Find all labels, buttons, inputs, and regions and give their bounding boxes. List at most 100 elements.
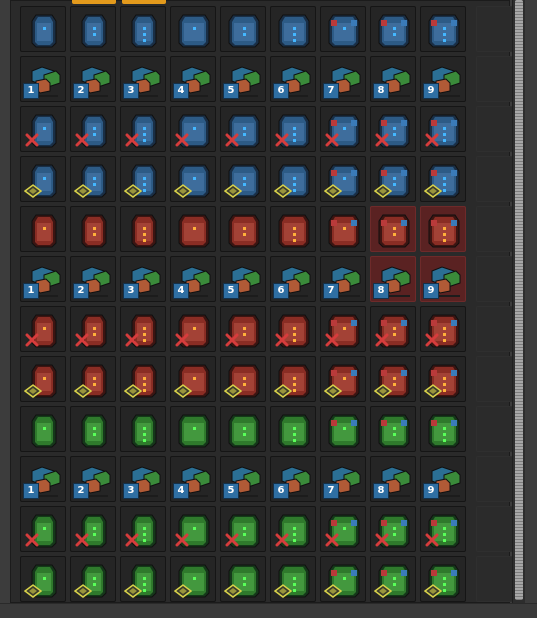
grid-slot[interactable] xyxy=(70,306,116,352)
grid-slot[interactable]: 6 xyxy=(270,456,316,502)
grid-slot[interactable] xyxy=(320,156,366,202)
grid-slot[interactable] xyxy=(320,556,366,602)
grid-slot[interactable] xyxy=(70,356,116,402)
grid-slot[interactable] xyxy=(270,156,316,202)
grid-slot[interactable]: 3 xyxy=(120,56,166,102)
grid-slot[interactable] xyxy=(220,406,266,452)
grid-slot[interactable] xyxy=(220,156,266,202)
grid-slot[interactable] xyxy=(420,356,466,402)
grid-slot[interactable] xyxy=(420,206,466,252)
grid-slot[interactable] xyxy=(420,506,466,552)
grid-slot[interactable]: 2 xyxy=(70,256,116,302)
grid-slot[interactable]: 7 xyxy=(320,256,366,302)
grid-slot[interactable]: 5 xyxy=(220,256,266,302)
grid-slot[interactable] xyxy=(370,406,416,452)
grid-slot[interactable] xyxy=(120,506,166,552)
grid-slot[interactable] xyxy=(370,306,416,352)
grid-slot[interactable] xyxy=(320,406,366,452)
grid-slot[interactable] xyxy=(220,556,266,602)
grid-slot[interactable]: 2 xyxy=(70,56,116,102)
grid-slot[interactable] xyxy=(20,556,66,602)
grid-slot[interactable] xyxy=(220,206,266,252)
grid-slot[interactable] xyxy=(270,106,316,152)
grid-slot[interactable]: 8 xyxy=(370,256,416,302)
grid-slot[interactable] xyxy=(370,356,416,402)
grid-slot[interactable] xyxy=(320,206,366,252)
grid-slot[interactable] xyxy=(120,206,166,252)
grid-slot[interactable] xyxy=(270,556,316,602)
grid-slot[interactable]: 5 xyxy=(220,56,266,102)
grid-slot[interactable] xyxy=(220,106,266,152)
grid-slot[interactable] xyxy=(420,306,466,352)
scrollbar-thumb[interactable] xyxy=(515,0,523,600)
grid-slot[interactable]: 4 xyxy=(170,56,216,102)
vertical-scrollbar[interactable] xyxy=(512,0,525,603)
grid-slot[interactable]: 7 xyxy=(320,56,366,102)
grid-slot[interactable] xyxy=(370,556,416,602)
grid-slot[interactable] xyxy=(20,156,66,202)
grid-slot[interactable]: 1 xyxy=(20,256,66,302)
grid-slot[interactable] xyxy=(370,506,416,552)
grid-slot[interactable] xyxy=(320,6,366,52)
grid-slot[interactable]: 1 xyxy=(20,56,66,102)
grid-slot[interactable]: 7 xyxy=(320,456,366,502)
grid-slot[interactable] xyxy=(420,6,466,52)
grid-slot[interactable] xyxy=(70,556,116,602)
grid-slot[interactable] xyxy=(220,506,266,552)
grid-slot[interactable] xyxy=(120,556,166,602)
grid-slot[interactable] xyxy=(370,206,416,252)
grid-slot[interactable] xyxy=(270,356,316,402)
grid-slot[interactable] xyxy=(120,356,166,402)
grid-slot[interactable] xyxy=(170,356,216,402)
grid-slot[interactable] xyxy=(170,206,216,252)
grid-slot[interactable] xyxy=(270,406,316,452)
grid-slot[interactable] xyxy=(420,406,466,452)
grid-slot[interactable] xyxy=(120,106,166,152)
grid-slot[interactable]: 3 xyxy=(120,256,166,302)
grid-slot[interactable] xyxy=(320,106,366,152)
grid-slot[interactable] xyxy=(320,356,366,402)
grid-slot[interactable] xyxy=(170,156,216,202)
grid-slot[interactable] xyxy=(170,6,216,52)
grid-slot[interactable] xyxy=(220,356,266,402)
grid-slot[interactable] xyxy=(220,6,266,52)
grid-slot[interactable] xyxy=(20,306,66,352)
grid-slot[interactable] xyxy=(70,156,116,202)
grid-slot[interactable]: 5 xyxy=(220,456,266,502)
grid-slot[interactable] xyxy=(170,106,216,152)
grid-slot[interactable] xyxy=(170,306,216,352)
grid-slot[interactable] xyxy=(370,6,416,52)
grid-slot[interactable]: 6 xyxy=(270,256,316,302)
grid-slot[interactable] xyxy=(20,6,66,52)
grid-slot[interactable]: 4 xyxy=(170,456,216,502)
grid-slot[interactable]: 9 xyxy=(420,56,466,102)
grid-slot[interactable] xyxy=(320,506,366,552)
grid-slot[interactable]: 4 xyxy=(170,256,216,302)
grid-slot[interactable] xyxy=(20,406,66,452)
grid-slot[interactable] xyxy=(20,506,66,552)
grid-slot[interactable] xyxy=(120,156,166,202)
grid-slot[interactable]: 8 xyxy=(370,456,416,502)
grid-slot[interactable] xyxy=(420,106,466,152)
grid-slot[interactable] xyxy=(70,406,116,452)
grid-slot[interactable]: 2 xyxy=(70,456,116,502)
grid-slot[interactable] xyxy=(20,106,66,152)
grid-slot[interactable] xyxy=(70,506,116,552)
grid-slot[interactable] xyxy=(20,356,66,402)
grid-slot[interactable] xyxy=(120,306,166,352)
grid-slot[interactable]: 3 xyxy=(120,456,166,502)
grid-slot[interactable] xyxy=(270,506,316,552)
grid-slot[interactable] xyxy=(420,156,466,202)
grid-slot[interactable] xyxy=(120,6,166,52)
grid-slot[interactable] xyxy=(270,306,316,352)
grid-slot[interactable]: 9 xyxy=(420,456,466,502)
grid-slot[interactable] xyxy=(170,406,216,452)
grid-slot[interactable]: 6 xyxy=(270,56,316,102)
grid-slot[interactable] xyxy=(270,206,316,252)
grid-slot[interactable] xyxy=(220,306,266,352)
grid-slot[interactable]: 1 xyxy=(20,456,66,502)
grid-slot[interactable] xyxy=(170,556,216,602)
grid-slot[interactable] xyxy=(370,156,416,202)
grid-slot[interactable] xyxy=(170,506,216,552)
grid-slot[interactable] xyxy=(320,306,366,352)
